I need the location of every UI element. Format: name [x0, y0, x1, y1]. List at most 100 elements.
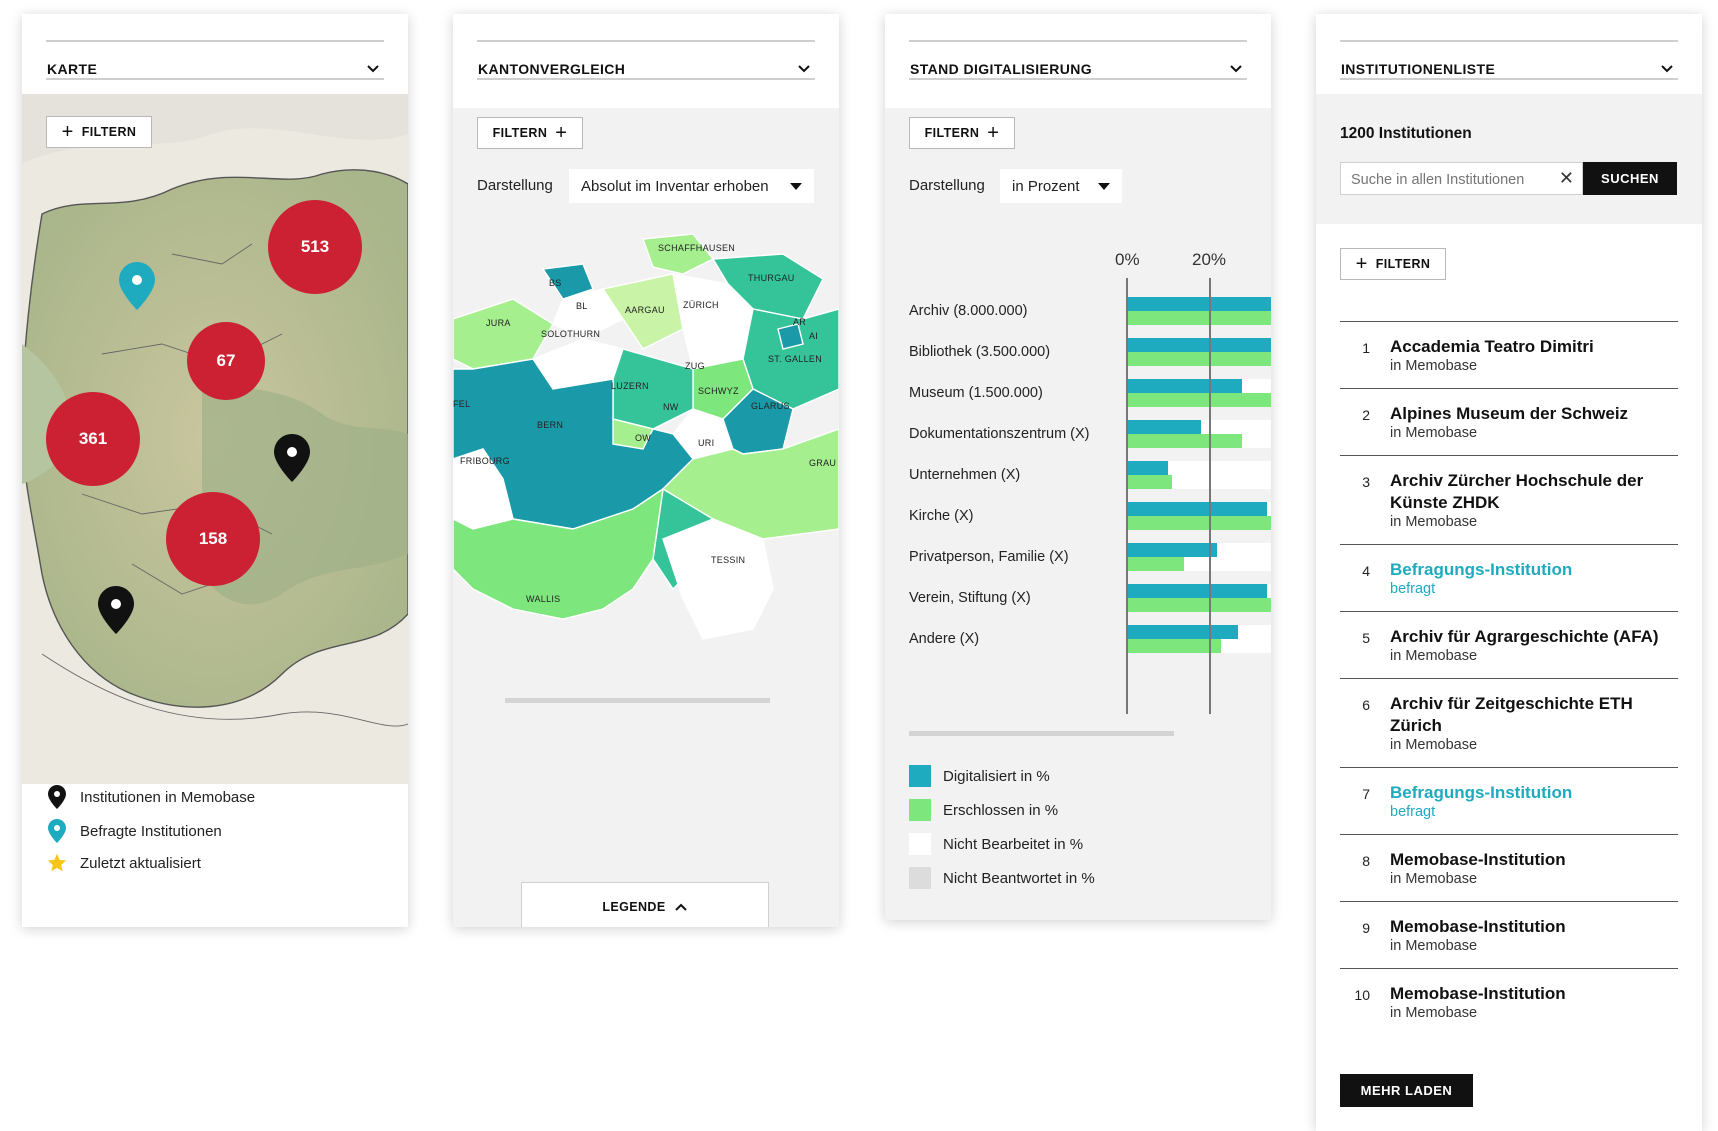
bar[interactable]: [1126, 475, 1172, 489]
institution-status: in Memobase: [1390, 425, 1478, 441]
dropdown-arrow-icon: [790, 183, 802, 190]
canton-label: THURGAU: [748, 273, 795, 283]
institution-name[interactable]: Accademia Teatro Dimitri: [1390, 336, 1678, 358]
list-item[interactable]: 6 Archiv für Zeitgeschichte ETH Zürich i…: [1340, 678, 1678, 767]
list-item[interactable]: 5 Archiv für Agrargeschichte (AFA) in Me…: [1340, 611, 1678, 678]
display-select[interactable]: Absolut im Inventar erhoben: [569, 169, 814, 203]
filter-button[interactable]: FILTERN +: [477, 117, 583, 149]
institution-name[interactable]: Befragungs-Institution: [1390, 782, 1678, 804]
institution-status: in Memobase: [1390, 514, 1478, 530]
bar[interactable]: [1126, 502, 1268, 516]
canton-panel: KANTONVERGLEICH FILTERN + Darstellung Ab…: [453, 14, 839, 927]
list-item[interactable]: 2 Alpines Museum der Schweiz in Memobase: [1340, 388, 1678, 455]
search-input[interactable]: [1341, 163, 1558, 196]
institution-status: in Memobase: [1390, 871, 1478, 887]
search-field[interactable]: ✕: [1340, 162, 1583, 196]
canton-label: WALLIS: [526, 594, 560, 604]
bar[interactable]: [1126, 311, 1271, 325]
canton-label: LUZERN: [611, 381, 649, 391]
map-canvas[interactable]: + FILTERN 513 67 361 158: [22, 94, 408, 784]
teal-pin-icon[interactable]: [117, 260, 157, 312]
cluster-marker[interactable]: 67: [187, 322, 265, 400]
institution-name[interactable]: Archiv für Zeitgeschichte ETH Zürich: [1390, 693, 1678, 737]
chevron-down-icon[interactable]: [797, 63, 811, 75]
search-button[interactable]: SUCHEN: [1583, 162, 1677, 195]
panel-title: INSTITUTIONENLISTE: [1341, 61, 1496, 77]
map-panel: KARTE + FILTERN 513 67 361 158 Instituti…: [22, 14, 408, 927]
bar[interactable]: [1126, 639, 1222, 653]
institution-status: befragt: [1390, 581, 1436, 597]
legend-item: Institutionen in Memobase: [46, 784, 255, 810]
bar[interactable]: [1126, 461, 1168, 475]
canton-label: SCHWYZ: [698, 386, 739, 396]
canton-label: FEL: [453, 399, 470, 409]
canton-label: ST. GALLEN: [768, 354, 822, 364]
institution-status: in Memobase: [1390, 358, 1478, 374]
scroll-indicator[interactable]: [505, 698, 770, 703]
load-more-button[interactable]: MEHR LADEN: [1340, 1074, 1473, 1107]
bar[interactable]: [1126, 543, 1218, 557]
bar[interactable]: [1126, 393, 1271, 407]
canton-label: BS: [549, 278, 562, 288]
bar[interactable]: [1126, 434, 1243, 448]
canton-label: AI: [809, 331, 818, 341]
category-label: Museum (1.500.000): [909, 385, 1043, 401]
bar[interactable]: [1126, 598, 1271, 612]
bar[interactable]: [1126, 379, 1243, 393]
bar[interactable]: [1126, 338, 1271, 352]
list-item[interactable]: 3 Archiv Zürcher Hochschule der Künste Z…: [1340, 455, 1678, 544]
institution-name[interactable]: Memobase-Institution: [1390, 849, 1678, 871]
cluster-marker[interactable]: 158: [166, 492, 260, 586]
category-label: Verein, Stiftung (X): [909, 590, 1031, 606]
institution-name[interactable]: Befragungs-Institution: [1390, 559, 1678, 581]
clear-icon[interactable]: ✕: [1559, 168, 1574, 189]
list-item[interactable]: 7 Befragungs-Institution befragt: [1340, 767, 1678, 834]
list-item[interactable]: 1 Accademia Teatro Dimitri in Memobase: [1340, 321, 1678, 388]
list-item[interactable]: 10 Memobase-Institution in Memobase: [1340, 968, 1678, 1035]
canton-map[interactable]: SCHAFFHAUSEN THURGAU BS BL AARGAU ZÜRICH…: [453, 229, 839, 679]
institution-status: in Memobase: [1390, 737, 1478, 753]
search-area: 1200 Institutionen ✕ SUCHEN: [1316, 94, 1702, 224]
legend-toggle-button[interactable]: LEGENDE: [521, 882, 769, 927]
display-select[interactable]: in Prozent: [1000, 169, 1122, 203]
canton-label: BERN: [537, 420, 563, 430]
institution-name[interactable]: Memobase-Institution: [1390, 983, 1678, 1005]
institution-name[interactable]: Archiv Zürcher Hochschule der Künste ZHD…: [1390, 470, 1678, 514]
list-item[interactable]: 9 Memobase-Institution in Memobase: [1340, 901, 1678, 968]
chevron-down-icon[interactable]: [1660, 63, 1674, 75]
chevron-down-icon[interactable]: [366, 63, 380, 75]
list-item[interactable]: 8 Memobase-Institution in Memobase: [1340, 834, 1678, 901]
bar[interactable]: [1126, 584, 1268, 598]
cluster-marker[interactable]: 361: [46, 392, 140, 486]
chevron-down-icon[interactable]: [1229, 63, 1243, 75]
list-item[interactable]: 4 Befragungs-Institution befragt: [1340, 544, 1678, 611]
bar[interactable]: [1126, 297, 1271, 311]
scroll-indicator[interactable]: [909, 731, 1174, 736]
institution-name[interactable]: Memobase-Institution: [1390, 916, 1678, 938]
black-pin-icon[interactable]: [272, 432, 312, 484]
plus-icon: +: [61, 121, 74, 143]
institution-name[interactable]: Archiv für Agrargeschichte (AFA): [1390, 626, 1678, 648]
bar[interactable]: [1126, 352, 1271, 366]
digitization-panel-header[interactable]: STAND DIGITALISIERUNG: [885, 14, 1271, 108]
canton-label: URI: [698, 438, 714, 448]
black-pin-icon[interactable]: [96, 584, 136, 636]
panel-title: KANTONVERGLEICH: [478, 61, 626, 77]
institution-status: in Memobase: [1390, 648, 1478, 664]
digitization-panel: STAND DIGITALISIERUNG FILTERN + Darstell…: [885, 14, 1271, 920]
canton-panel-header[interactable]: KANTONVERGLEICH: [453, 14, 839, 108]
canton-label: ZÜRICH: [683, 300, 719, 310]
filter-button[interactable]: + FILTERN: [46, 116, 152, 148]
bar[interactable]: [1126, 625, 1239, 639]
institution-name[interactable]: Alpines Museum der Schweiz: [1390, 403, 1678, 425]
filter-button[interactable]: + FILTERN: [1340, 248, 1446, 280]
bar[interactable]: [1126, 420, 1201, 434]
x-tick-label: 0%: [1115, 250, 1140, 269]
cluster-marker[interactable]: 513: [268, 200, 362, 294]
bar[interactable]: [1126, 557, 1185, 571]
bar[interactable]: [1126, 516, 1271, 530]
gridline: [1209, 278, 1211, 714]
filter-button[interactable]: FILTERN +: [909, 117, 1015, 149]
category-label: Andere (X): [909, 631, 980, 647]
category-label: Privatperson, Familie (X): [909, 549, 1069, 565]
